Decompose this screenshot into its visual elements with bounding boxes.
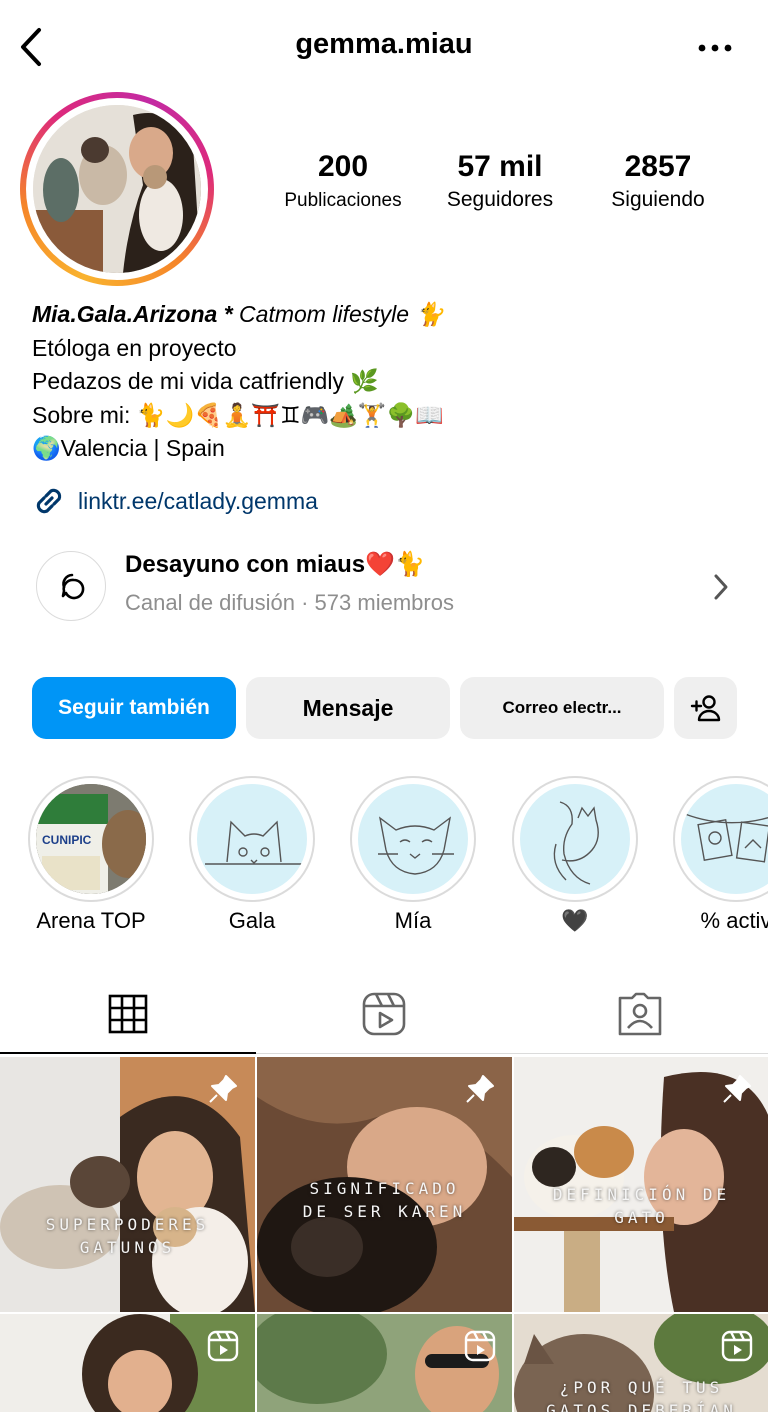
- reel-icon: [207, 1330, 239, 1362]
- add-person-icon: [690, 695, 720, 722]
- grid-post[interactable]: ¿POR QUÉ TUS GATOS DEBERÍAN TENER: [514, 1314, 768, 1412]
- highlight-label: Gala: [228, 908, 276, 933]
- suggested-people-button[interactable]: [674, 677, 737, 739]
- bio-line: Pedazos de mi vida catfriendly 🌿: [32, 368, 379, 394]
- followers-label: Seguidores: [446, 188, 554, 211]
- highlight-cover: [350, 776, 476, 902]
- link-icon: [36, 488, 62, 514]
- reel-badge: [205, 1328, 241, 1364]
- highlight-label: Arena TOP: [36, 908, 146, 933]
- pin-icon: [723, 1075, 751, 1103]
- reel-icon: [464, 1330, 496, 1362]
- grid-post[interactable]: [0, 1314, 255, 1412]
- highlight-cover: [189, 776, 315, 902]
- active-tab-indicator: [0, 1052, 256, 1054]
- grid-icon: [108, 994, 148, 1034]
- following-stat[interactable]: 2857 Siguiendo: [586, 150, 730, 212]
- broadcast-channel-icon-wrap[interactable]: [36, 551, 106, 621]
- following-count: 2857: [624, 150, 692, 183]
- grid-post[interactable]: DEFINICIÓN DE GATO: [514, 1057, 768, 1312]
- bio-line: Etóloga en proyecto: [32, 334, 237, 361]
- message-button[interactable]: Mensaje: [246, 677, 450, 739]
- highlight-heart[interactable]: 🖤: [512, 776, 638, 934]
- reel-icon: [721, 1330, 753, 1362]
- tagged-icon: [618, 992, 662, 1036]
- pinned-post-badge: [205, 1071, 241, 1107]
- channel-title[interactable]: Desayuno con miaus❤️🐈: [125, 550, 425, 579]
- post-caption: SIGNIFICADO DE SER KAREN: [302, 1179, 467, 1221]
- bio-location: 🌍Valencia | Spain: [32, 435, 225, 461]
- grid-post[interactable]: SIGNIFICADO DE SER KAREN: [257, 1057, 512, 1312]
- bio-line: Sobre mi: 🐈🌙🍕🧘⛩️♊🎮🏕️🏋️🌳📖: [32, 401, 444, 428]
- highlight-gala[interactable]: Gala: [189, 776, 315, 934]
- profile-avatar[interactable]: [20, 92, 214, 286]
- post-caption: ¿POR QUÉ TUS GATOS DEBERÍAN TENER: [546, 1378, 737, 1412]
- follow-back-button[interactable]: Seguir también: [32, 677, 236, 739]
- reel-badge: [719, 1328, 755, 1364]
- highlight-cover: [673, 776, 768, 902]
- following-label: Siguiendo: [611, 188, 705, 211]
- more-options-button[interactable]: [690, 30, 740, 66]
- chevron-right-icon: [714, 574, 728, 600]
- pin-icon: [466, 1075, 494, 1103]
- highlight-activities[interactable]: % activ: [673, 776, 768, 934]
- broadcast-icon: [61, 573, 85, 600]
- tab-reels[interactable]: [256, 986, 512, 1042]
- pinned-post-badge: [462, 1071, 498, 1107]
- pin-icon: [209, 1075, 237, 1103]
- reel-badge: [462, 1328, 498, 1364]
- profile-bio: Mia.Gala.Arizona * Catmom lifestyle 🐈 Et…: [32, 298, 732, 466]
- avatar-photo: [33, 105, 201, 273]
- bio-name: Mia.Gala.Arizona * Catmom lifestyle 🐈: [32, 301, 445, 327]
- highlight-arena-top[interactable]: CUNIPIC Arena TOP: [28, 776, 154, 934]
- bio-link[interactable]: linktr.ee/catlady.gemma: [32, 484, 318, 518]
- pinned-post-badge: [719, 1071, 755, 1107]
- channel-subtitle: Canal de difusión · 573 miembros: [125, 590, 454, 615]
- grid-post[interactable]: [257, 1314, 512, 1412]
- followers-count: 57 mil: [457, 150, 543, 183]
- more-icon: [698, 44, 732, 52]
- channel-open-button[interactable]: [706, 570, 736, 604]
- highlight-cover-text: CUNIPIC: [42, 833, 92, 847]
- highlight-label: % activ: [700, 908, 768, 933]
- post-caption: DEFINICIÓN DE GATO: [552, 1185, 731, 1227]
- highlight-cover: CUNIPIC: [28, 776, 154, 902]
- bio-link-text: linktr.ee/catlady.gemma: [78, 487, 318, 514]
- highlight-cover: [512, 776, 638, 902]
- highlight-label: 🖤: [561, 908, 589, 933]
- highlight-mia[interactable]: Mía: [350, 776, 476, 934]
- grid-post[interactable]: SUPERPODERES GATUNOS: [0, 1057, 255, 1312]
- posts-stat[interactable]: 200 Publicaciones: [268, 150, 418, 212]
- email-button[interactable]: Correo electr...: [460, 677, 664, 739]
- highlight-label: Mía: [394, 908, 432, 933]
- followers-stat[interactable]: 57 mil Seguidores: [428, 150, 572, 212]
- tab-posts[interactable]: [0, 986, 256, 1042]
- posts-count: 200: [317, 150, 369, 183]
- tab-tagged[interactable]: [512, 986, 768, 1042]
- reels-icon: [362, 992, 406, 1036]
- profile-username: gemma.miau: [295, 28, 473, 60]
- posts-label: Publicaciones: [284, 190, 402, 211]
- post-caption: SUPERPODERES GATUNOS: [45, 1215, 210, 1257]
